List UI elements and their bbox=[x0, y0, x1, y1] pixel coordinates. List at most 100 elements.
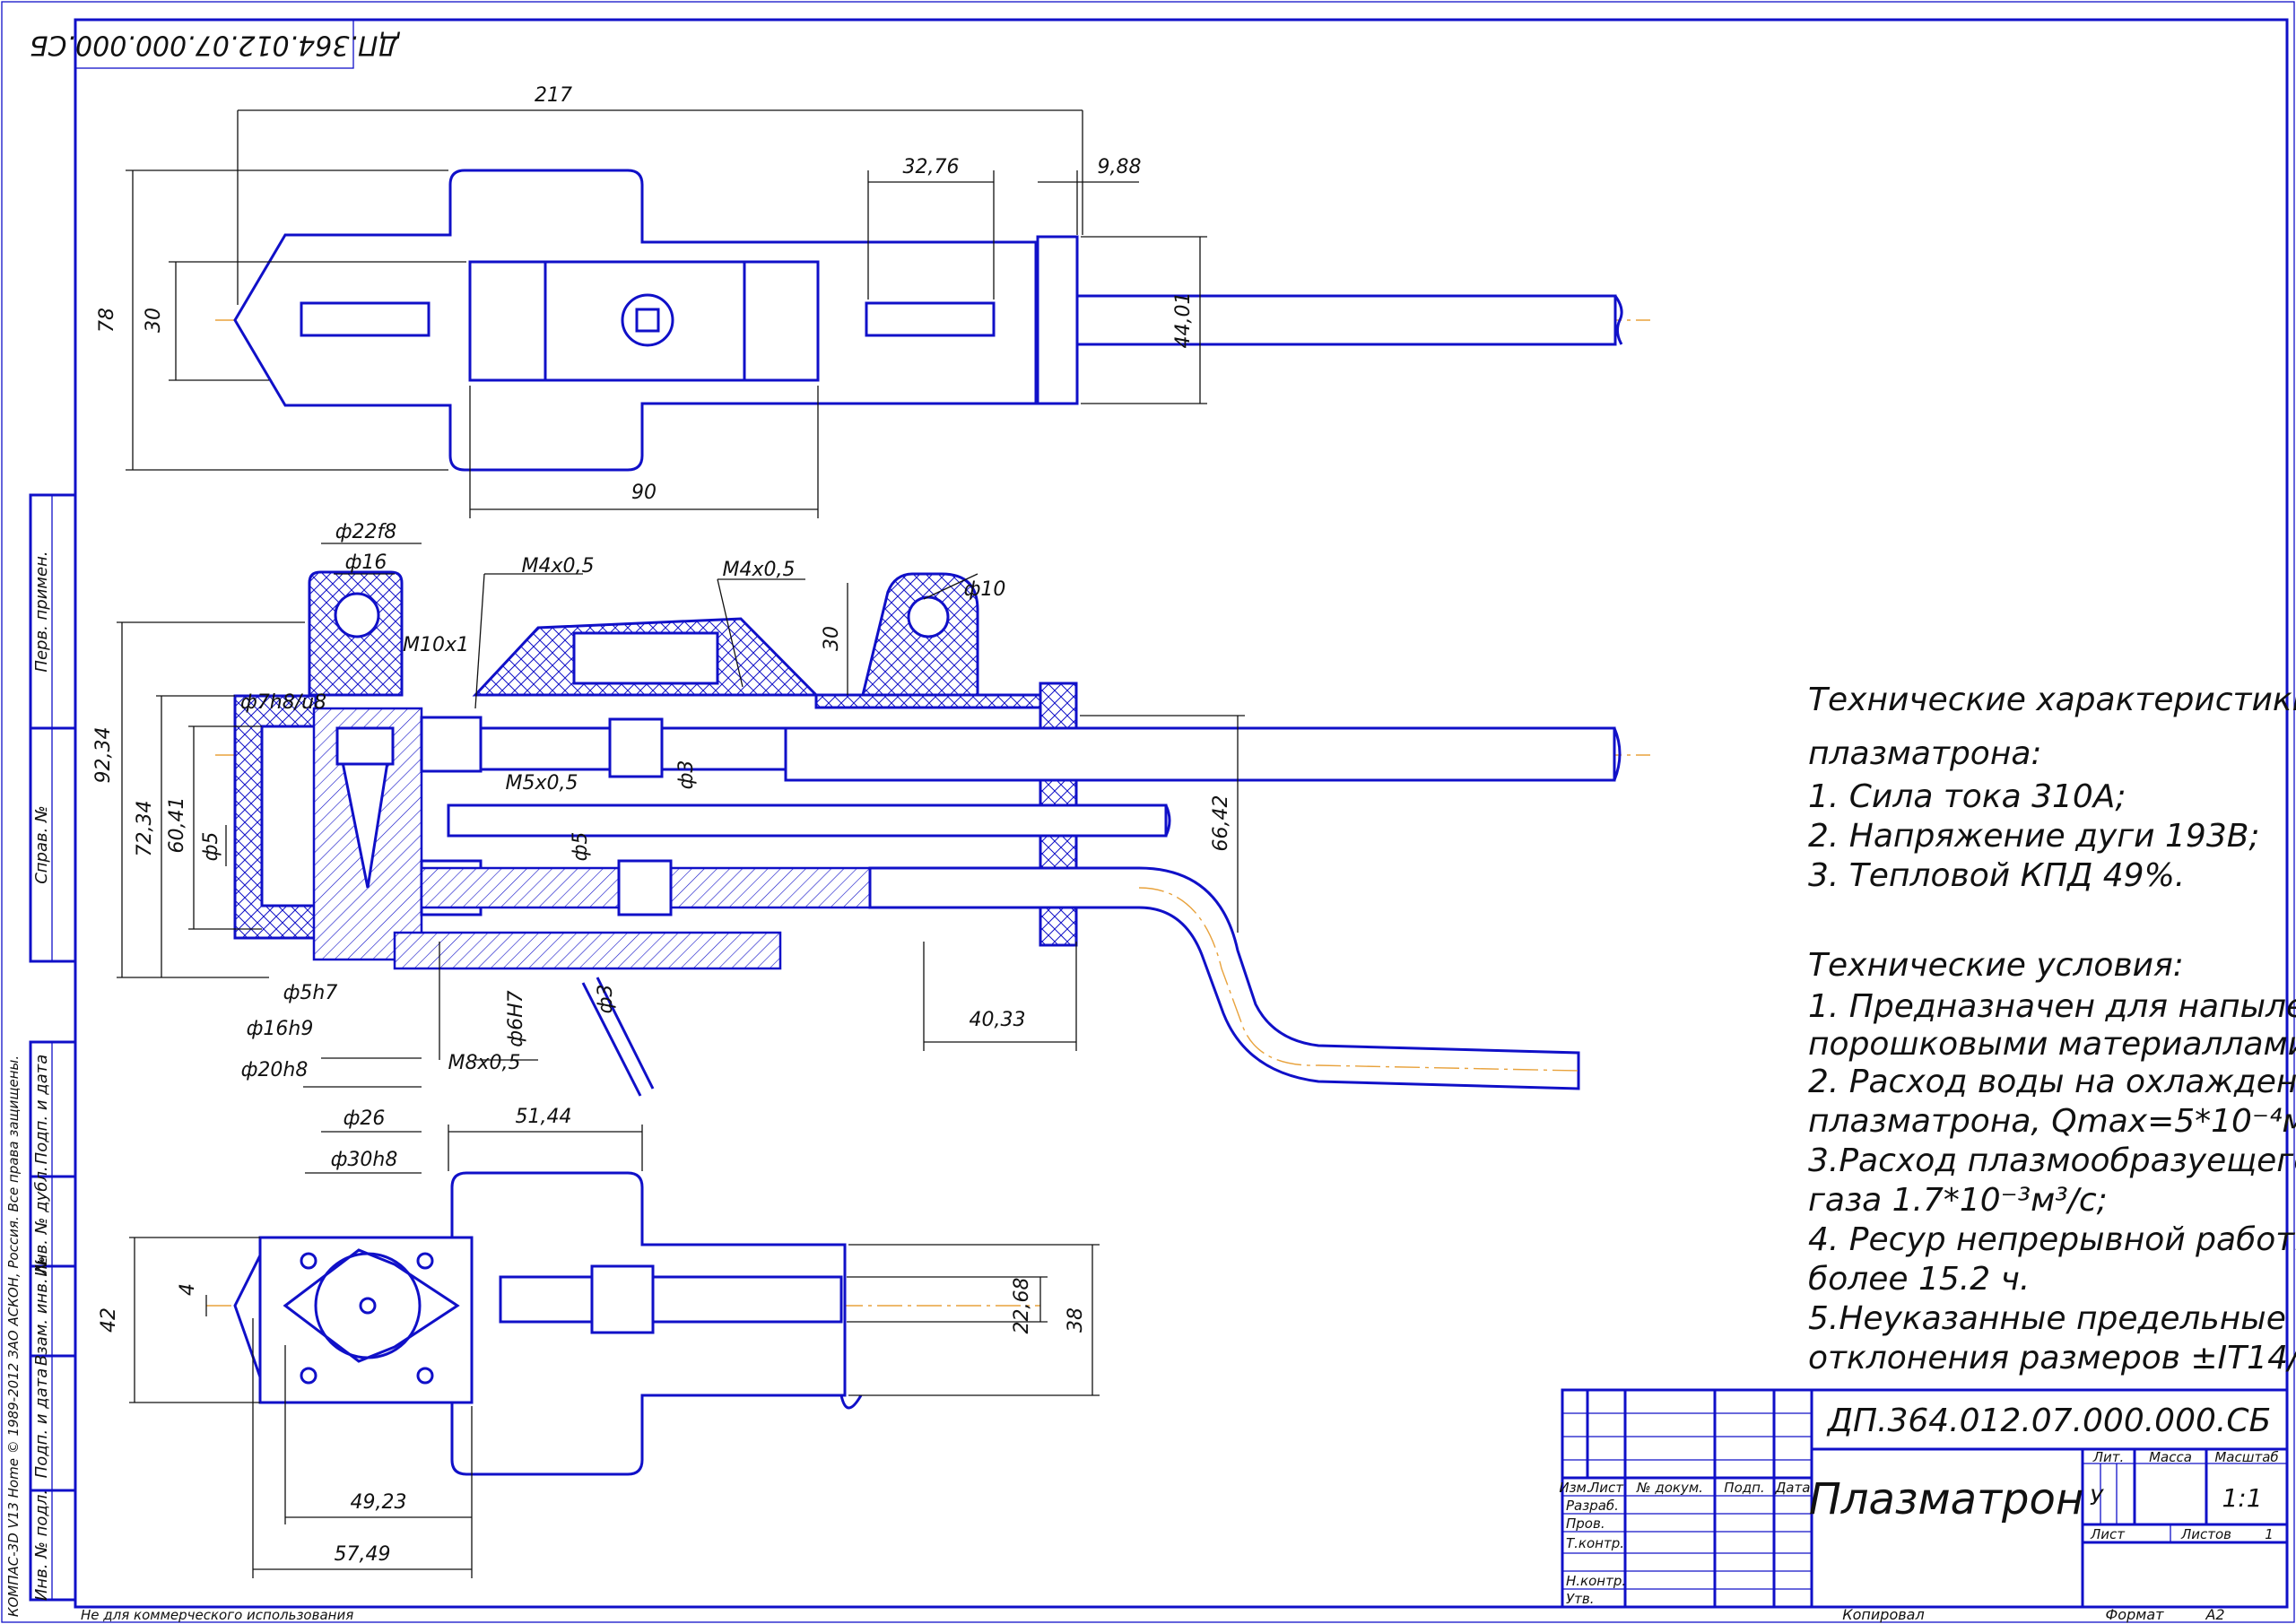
top-view: 217 32,76 9,88 78 30 44,01 90 bbox=[96, 84, 1650, 518]
tb-scale-value: 1:1 bbox=[2222, 1483, 2262, 1513]
technical-notes: Технические характеристики плазматрона: … bbox=[1808, 682, 2296, 1376]
dim-d20h8: ф20h8 bbox=[241, 1059, 309, 1081]
dim-78: 78 bbox=[96, 308, 118, 333]
dim-d5-mid: ф5 bbox=[570, 832, 592, 862]
tb-col-dokum: № докум. bbox=[1636, 1480, 1703, 1496]
tb-sheet-label: Лист bbox=[2090, 1526, 2126, 1542]
tb-col-podp: Подп. bbox=[1724, 1480, 1764, 1496]
side-perv-primen: Перв. примен. bbox=[32, 551, 51, 672]
tb-row-prov: Пров. bbox=[1566, 1515, 1605, 1532]
dim-m4-right: M4x0,5 bbox=[723, 559, 796, 581]
dim-d7h8u8: ф7h8/u8 bbox=[240, 691, 326, 714]
dim-30-section: 30 bbox=[821, 626, 843, 651]
side-columns: Перв. примен. Справ. № Подп. и дата Инв.… bbox=[5, 493, 77, 1617]
bottom-flange-plate bbox=[258, 1236, 474, 1404]
footer: Не для коммерческого использования Копир… bbox=[81, 1606, 2225, 1623]
top-stamp: ДП.364.012.07.000.000.СБ bbox=[30, 19, 401, 69]
dim-d26: ф26 bbox=[344, 1107, 386, 1130]
notes-tech-item-2: 2. Напряжение дуги 193В; bbox=[1808, 818, 2260, 855]
notes-cond-line-2: порошковыми материаллами; bbox=[1808, 1026, 2296, 1063]
dim-4: 4 bbox=[177, 1283, 199, 1296]
footer-format-label: Формат bbox=[2106, 1606, 2165, 1623]
notes-tech-item-3: 3. Тепловой КПД 49%. bbox=[1808, 857, 2185, 894]
side-podp-data-1: Подп. и дата bbox=[32, 1055, 51, 1165]
dim-40-33: 40,33 bbox=[970, 1009, 1026, 1031]
dim-57-49: 57,49 bbox=[335, 1543, 391, 1566]
dim-d5h7: ф5h7 bbox=[283, 982, 338, 1004]
tube-bent bbox=[868, 866, 1580, 1090]
tb-col-izm: Изм. bbox=[1559, 1480, 1590, 1496]
tb-sheets-label: Листов bbox=[2180, 1526, 2231, 1542]
dim-m8x0-5: M8x0,5 bbox=[448, 1052, 521, 1074]
notes-cond-line-9: 5.Неуказанные предельные bbox=[1808, 1300, 2286, 1337]
tb-col-data: Дата bbox=[1775, 1480, 1811, 1496]
tb-row-tkontr: Т.контр. bbox=[1566, 1535, 1624, 1551]
dim-44-01: 44,01 bbox=[1172, 292, 1195, 349]
notes-tech-title-2: плазматрона: bbox=[1808, 735, 2042, 772]
dim-38: 38 bbox=[1065, 1307, 1087, 1333]
nut-upper bbox=[608, 717, 664, 778]
dim-90: 90 bbox=[631, 482, 657, 504]
dim-m4-left: M4x0,5 bbox=[522, 555, 595, 578]
dim-217: 217 bbox=[535, 84, 572, 107]
notes-cond-line-5: 3.Расход плазмообразуещего bbox=[1808, 1142, 2296, 1179]
drawing-sheet: ДП.364.012.07.000.000.СБ Перв. примен. С… bbox=[1, 1, 2296, 1623]
footer-format-value: A2 bbox=[2205, 1606, 2224, 1623]
tb-lit-label: Лит. bbox=[2092, 1449, 2125, 1465]
notes-cond-line-6: газа 1.7*10⁻³м³/с; bbox=[1808, 1182, 2108, 1219]
dim-92-34: 92,34 bbox=[92, 727, 115, 784]
dim-d30h8: ф30h8 bbox=[331, 1149, 398, 1171]
stamp-top-text: ДП.364.012.07.000.000.СБ bbox=[30, 30, 401, 61]
tb-row-utv: Утв. bbox=[1566, 1591, 1595, 1607]
kompas-notice: КОМПАС-3D V13 Home © 1989-2012 ЗАО АСКОН… bbox=[5, 1055, 22, 1617]
tb-lit-value: У bbox=[2090, 1485, 2104, 1510]
section-view: ф22f8 ф16 M4x0,5 M4x0,5 ф10 M10x1 30 ф7h… bbox=[92, 521, 1650, 1174]
dim-m5x0-5: M5x0,5 bbox=[506, 772, 578, 795]
tb-row-nkontr: Н.контр. bbox=[1566, 1573, 1626, 1589]
dim-d3-lower: ф3 bbox=[595, 985, 617, 1014]
bottom-nut bbox=[590, 1264, 655, 1334]
dim-72-34: 72,34 bbox=[134, 801, 156, 857]
dim-d5-left: ф5 bbox=[200, 832, 222, 862]
tube-middle bbox=[447, 803, 1168, 838]
dim-22-68: 22,68 bbox=[1011, 1278, 1033, 1334]
side-inv-podl: Инв. № подл. bbox=[32, 1489, 51, 1601]
tube-bottom-fitting bbox=[393, 931, 782, 970]
tb-sheets-value: 1 bbox=[2265, 1526, 2274, 1542]
tb-designation: ДП.364.012.07.000.000.СБ bbox=[1826, 1403, 2271, 1439]
tb-row-razrab: Разраб. bbox=[1566, 1498, 1619, 1514]
top-flange bbox=[1036, 235, 1079, 405]
dim-42: 42 bbox=[98, 1307, 120, 1333]
notes-cond-line-4: плазматрона, Qmax=5*10⁻⁴м³/с; bbox=[1808, 1103, 2296, 1140]
dim-32-76: 32,76 bbox=[903, 156, 960, 178]
notes-cond-line-7: 4. Ресур непрерывной работы не bbox=[1808, 1221, 2296, 1258]
bottom-tube bbox=[499, 1275, 843, 1324]
dim-d10: ф10 bbox=[964, 578, 1006, 601]
bottom-view: 51,44 4 42 22,68 38 49,23 57,49 bbox=[98, 1106, 1100, 1578]
top-housing bbox=[468, 260, 820, 382]
notes-cond-line-3: 2. Расход воды на охлаждение bbox=[1808, 1064, 2296, 1100]
tb-scale-label: Масштаб bbox=[2214, 1449, 2278, 1465]
dim-49-23: 49,23 bbox=[351, 1491, 407, 1514]
notes-cond-title: Технические условия: bbox=[1808, 947, 2184, 984]
side-podp-data-2: Подп. и дата bbox=[32, 1368, 51, 1479]
notes-cond-line-10: отклонения размеров ±IT14/2. bbox=[1808, 1340, 2296, 1376]
dim-66-42: 66,42 bbox=[1210, 795, 1232, 852]
dim-d22f8: ф22f8 bbox=[335, 521, 397, 543]
side-vzam-inv: Взам. инв. № bbox=[32, 1256, 51, 1366]
dim-9-88: 9,88 bbox=[1098, 156, 1142, 178]
side-sprav: Справ. № bbox=[32, 805, 51, 884]
dim-d16-top: ф16 bbox=[345, 551, 387, 574]
dim-d6h7: ф6H7 bbox=[505, 990, 527, 1046]
notes-tech-title-1: Технические характеристики bbox=[1808, 682, 2296, 718]
dim-51-44: 51,44 bbox=[516, 1106, 572, 1128]
dim-60-41: 60,41 bbox=[166, 797, 188, 854]
dim-m10x1: M10x1 bbox=[403, 634, 469, 656]
tb-col-list: Лист bbox=[1588, 1480, 1624, 1496]
title-block: Изм. Лист № докум. Подп. Дата Разраб. Пр… bbox=[1559, 1388, 2289, 1609]
notes-tech-item-1: 1. Сила тока 310А; bbox=[1808, 778, 2126, 815]
notes-cond-line-1: 1. Предназначен для напыления bbox=[1808, 988, 2296, 1025]
dim-30-top: 30 bbox=[143, 308, 165, 333]
footer-copied: Копировал bbox=[1842, 1606, 1924, 1623]
tb-product-name: Плазматрон bbox=[1809, 1474, 2084, 1524]
